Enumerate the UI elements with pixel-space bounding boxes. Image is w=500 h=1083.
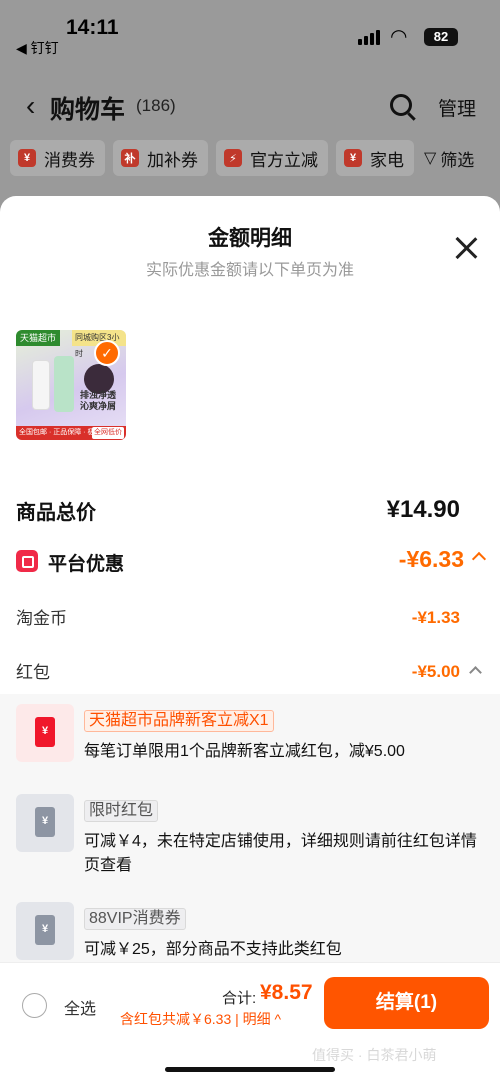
battery-icon: 82 bbox=[424, 28, 458, 46]
tao-coin-value: -¥1.33 bbox=[411, 608, 460, 627]
chip-official-discount[interactable]: ⚡ 官方立减 bbox=[216, 140, 328, 176]
checkout-button[interactable]: 结算(1) bbox=[324, 977, 489, 1029]
thumb-store-tag: 天猫超市 bbox=[16, 330, 61, 346]
chip-appliances[interactable]: ¥ 家电 bbox=[336, 140, 414, 176]
filter-button[interactable]: ▽ 筛选 bbox=[420, 140, 475, 176]
platform-discount-icon bbox=[16, 550, 38, 572]
search-icon[interactable] bbox=[390, 94, 412, 116]
total-price-row: 商品总价 ¥14.90 bbox=[16, 496, 484, 528]
grey-envelope-icon: ¥ bbox=[35, 807, 55, 837]
checkout-bar: 全选 合计: ¥8.57 含红包共减￥6.33 | 明细 ^ 结算(1) 值得买… bbox=[0, 962, 500, 1083]
tao-coin-row: 淘金币 -¥1.33 bbox=[16, 604, 484, 632]
platform-discount-row[interactable]: 平台优惠 -¥6.33 bbox=[16, 546, 487, 578]
tao-coin-label: 淘金币 bbox=[16, 609, 67, 628]
thumb-slogan: 排浊净透 沁爽净屑 bbox=[80, 390, 117, 411]
select-all-label[interactable]: 全选 bbox=[64, 995, 96, 1019]
cart-header: ‹ 购物车 (186) 管理 bbox=[0, 82, 500, 128]
amount-detail-sheet: 金额明细 实际优惠金额请以下单页为准 天猫超市 同城购区3小时 排浊净透 沁爽净… bbox=[0, 196, 500, 1083]
chevron-up-icon[interactable] bbox=[469, 666, 482, 679]
lightning-icon: ⚡ bbox=[224, 149, 242, 167]
subsidy-icon: 补 bbox=[121, 149, 139, 167]
product-bottle-image bbox=[32, 360, 50, 410]
chip-label: 家电 bbox=[370, 150, 404, 170]
filter-chip-row: ¥ 消费券 补 加补券 ⚡ 官方立减 ¥ 家电 bbox=[10, 140, 414, 176]
watermark: 值得买 · 白茶君小萌 bbox=[312, 1047, 437, 1063]
red-envelope-icon: ¥ bbox=[35, 717, 55, 747]
page-title: 购物车 bbox=[50, 96, 126, 124]
chip-subsidy-coupon[interactable]: 补 加补券 bbox=[113, 140, 208, 176]
grey-envelope-icon: ¥ bbox=[35, 915, 55, 945]
chip-consumption-coupon[interactable]: ¥ 消费券 bbox=[10, 140, 105, 176]
red-packet-tag: 88VIP消费券 bbox=[84, 908, 186, 930]
red-packet-row[interactable]: 红包 -¥5.00 bbox=[16, 658, 484, 686]
red-packet-desc: 每笔订单限用1个品牌新客立减红包，减¥5.00 bbox=[84, 743, 405, 760]
red-packet-label: 红包 bbox=[16, 663, 50, 682]
back-chevron-icon[interactable]: ‹ bbox=[26, 90, 35, 122]
status-bar: 14:11 ◀ 钉钉 ◠ 82 bbox=[0, 0, 500, 60]
selected-check-icon[interactable]: ✓ bbox=[94, 340, 120, 366]
home-indicator bbox=[165, 1067, 335, 1072]
status-time: 14:11 bbox=[66, 16, 119, 39]
red-packet-value: -¥5.00 bbox=[411, 662, 460, 681]
red-packet-icon-box: ¥ bbox=[16, 794, 74, 852]
total-price-value: ¥14.90 bbox=[386, 496, 460, 523]
thumb-lowest-price-badge: 全网低价 bbox=[92, 427, 124, 439]
coupon-icon: ¥ bbox=[18, 149, 36, 167]
signal-icon bbox=[358, 30, 380, 45]
cart-item-count: (186) bbox=[136, 96, 176, 115]
red-packet-tag: 限时红包 bbox=[84, 800, 159, 822]
funnel-icon: ▽ bbox=[424, 150, 437, 167]
appliance-icon: ¥ bbox=[344, 149, 362, 167]
sum-label: 合计: bbox=[222, 990, 257, 1007]
wifi-icon: ◠ bbox=[390, 26, 408, 48]
select-all-checkbox[interactable] bbox=[22, 993, 47, 1018]
discount-detail-link[interactable]: 含红包共减￥6.33 | 明细 ^ bbox=[120, 1009, 281, 1029]
chip-label: 加补券 bbox=[147, 150, 198, 170]
platform-discount-label: 平台优惠 bbox=[48, 554, 125, 575]
red-packet-desc: 可减￥4，未在特定店铺使用，详细规则请前往红包详情页查看 bbox=[84, 833, 477, 874]
chip-label: 消费券 bbox=[44, 150, 95, 170]
red-packet-desc: 可减￥25，部分商品不支持此类红包 bbox=[84, 941, 342, 958]
chevron-up-icon[interactable] bbox=[471, 551, 487, 567]
red-packet-icon-box: ¥ bbox=[16, 902, 74, 960]
sum-value: ¥8.57 bbox=[260, 981, 313, 1004]
red-packet-tag: 天猫超市品牌新客立减X1 bbox=[84, 710, 274, 732]
total-price-label: 商品总价 bbox=[16, 502, 96, 524]
manage-button[interactable]: 管理 bbox=[438, 94, 476, 121]
sheet-title: 金额明细 bbox=[208, 227, 292, 250]
close-icon[interactable] bbox=[454, 236, 478, 260]
red-packet-list: ¥ 天猫超市品牌新客立减X1 每笔订单限用1个品牌新客立减红包，减¥5.00 ¥… bbox=[0, 694, 500, 994]
sheet-subtitle: 实际优惠金额请以下单页为准 bbox=[145, 262, 354, 279]
back-to-app-link[interactable]: ◀ 钉钉 bbox=[16, 38, 59, 58]
chip-label: 官方立减 bbox=[250, 150, 318, 170]
filter-label: 筛选 bbox=[440, 150, 475, 170]
platform-discount-value: -¥6.33 bbox=[398, 546, 464, 572]
red-packet-icon-box: ¥ bbox=[16, 704, 74, 762]
product-bottle-image bbox=[54, 356, 74, 412]
